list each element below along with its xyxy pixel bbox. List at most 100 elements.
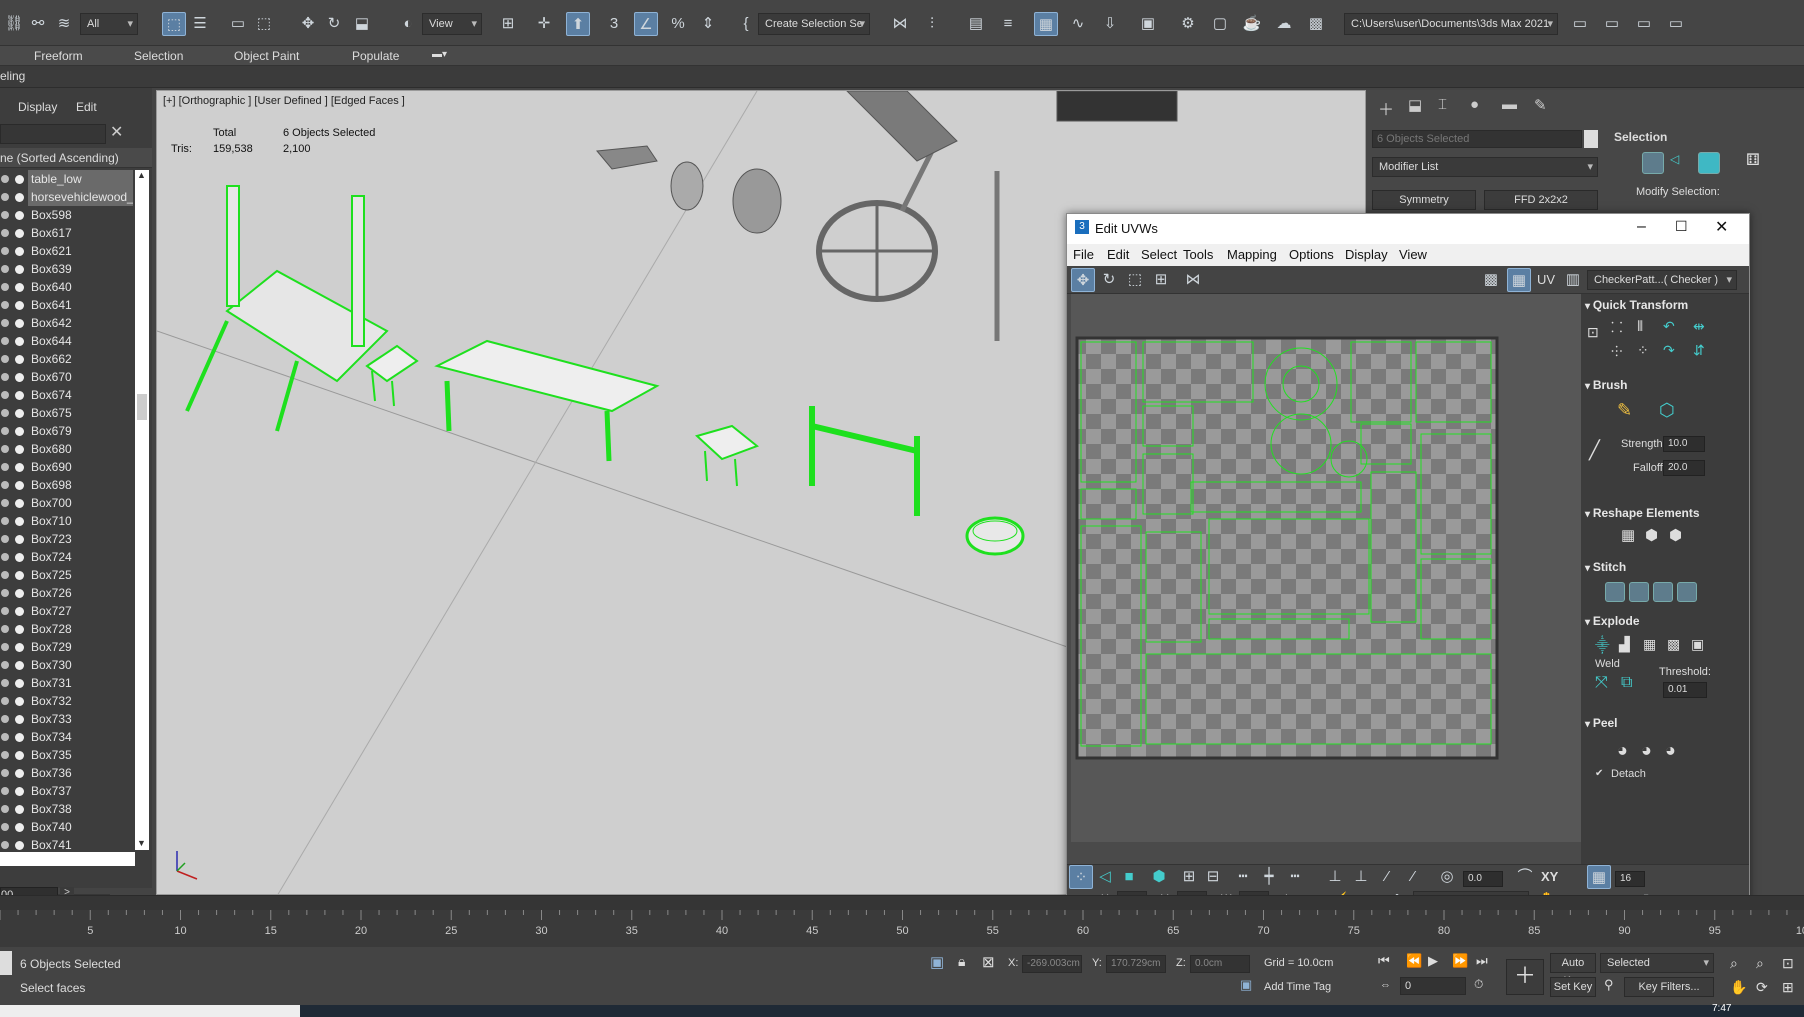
explorer-column-header[interactable]: ne (Sorted Ascending): [0, 148, 152, 168]
list-item[interactable]: Box730: [0, 656, 135, 674]
list-item[interactable]: Box732: [0, 692, 135, 710]
list-item[interactable]: Box680: [0, 440, 135, 458]
timeline-track[interactable]: 5 10 15 20 25 30 35 40 45 50 55 60 65 70 75 80 85 90 95 100: [0, 895, 1804, 947]
visibility-eye-icon[interactable]: [1, 751, 9, 759]
align-grid-icon[interactable]: ⁘: [1637, 342, 1649, 359]
list-item[interactable]: Box731: [0, 674, 135, 692]
visibility-eye-icon[interactable]: [1, 769, 9, 777]
tab-selection[interactable]: Selection: [134, 49, 183, 63]
bind-spacewarp-icon[interactable]: ≋: [52, 12, 76, 36]
uv-scale-icon[interactable]: ⬚: [1123, 268, 1147, 292]
render-cloud-icon[interactable]: ☁: [1272, 12, 1296, 36]
space-vertical-icon[interactable]: ⇵: [1693, 342, 1705, 359]
align-horizontal-icon[interactable]: ⸬: [1611, 318, 1623, 337]
pivot-center-icon[interactable]: ⊞: [496, 12, 520, 36]
symmetry-button[interactable]: Symmetry: [1372, 190, 1476, 210]
list-item[interactable]: Box639: [0, 260, 135, 278]
list-item[interactable]: Box670: [0, 368, 135, 386]
list-item[interactable]: Box735: [0, 746, 135, 764]
tab-populate[interactable]: Populate: [352, 49, 399, 63]
visibility-eye-icon[interactable]: [1, 445, 9, 453]
selection-lock-icon[interactable]: 🔒︎: [958, 953, 965, 970]
stitch-title[interactable]: Stitch: [1585, 560, 1745, 574]
menu-edit[interactable]: Edit: [1107, 247, 1129, 262]
auto-key-button[interactable]: Auto Key: [1550, 953, 1596, 987]
time-config-icon[interactable]: ⏱: [1474, 977, 1483, 992]
visibility-eye-icon[interactable]: [1, 373, 9, 381]
rotate-ccw-icon[interactable]: ↶: [1663, 318, 1675, 335]
edge-mode-icon[interactable]: ◁: [1670, 152, 1692, 174]
strength-spinner[interactable]: 10.0: [1663, 436, 1705, 452]
list-item[interactable]: Box617: [0, 224, 135, 242]
point-to-point-icon[interactable]: ┅: [1283, 865, 1307, 889]
snap-grid-icon[interactable]: ▦: [1587, 865, 1611, 889]
visibility-eye-icon[interactable]: [1, 643, 9, 651]
list-item[interactable]: Box724: [0, 548, 135, 566]
list-item[interactable]: Box725: [0, 566, 135, 584]
rendered-frame-icon[interactable]: ▢: [1208, 12, 1232, 36]
visibility-eye-icon[interactable]: [1, 427, 9, 435]
arrange-icon[interactable]: ⬢: [1669, 526, 1682, 544]
visibility-eye-icon[interactable]: [1, 391, 9, 399]
minimize-icon[interactable]: –: [1637, 218, 1646, 236]
stitch-target-icon[interactable]: [1653, 582, 1673, 602]
ffd-button[interactable]: FFD 2x2x2: [1484, 190, 1598, 210]
reset-peel-icon[interactable]: ◕: [1665, 740, 1676, 761]
align-icon[interactable]: ⫶: [920, 12, 944, 36]
relax-icon[interactable]: ⬢: [1645, 526, 1658, 544]
list-item[interactable]: Box679: [0, 422, 135, 440]
layer-explorer-icon[interactable]: ≡: [996, 12, 1020, 36]
relax-brush-icon[interactable]: ⬡: [1659, 400, 1675, 421]
clear-search-icon[interactable]: ✕: [110, 122, 123, 142]
explorer-hscrollbar[interactable]: [0, 852, 135, 866]
pin-icon[interactable]: ⊥: [1349, 865, 1373, 889]
threshold-spinner[interactable]: 0.01: [1663, 682, 1707, 698]
set-key-big-button[interactable]: ＋: [1506, 959, 1544, 995]
previous-frame-icon[interactable]: ⏪: [1406, 953, 1422, 969]
grow-select-icon[interactable]: ⊞: [1177, 865, 1201, 889]
list-item[interactable]: Box738: [0, 800, 135, 818]
flatten-icon[interactable]: ▣: [1691, 636, 1704, 653]
select-object-icon[interactable]: ⬚: [162, 12, 186, 36]
loop-select-icon[interactable]: ┅: [1231, 865, 1255, 889]
paint-select-icon[interactable]: ⁄: [1375, 865, 1399, 889]
maxscript-listener[interactable]: [0, 951, 12, 975]
scene-explorer-icon[interactable]: ▤: [964, 12, 988, 36]
render-gallery-icon[interactable]: ▩: [1304, 12, 1328, 36]
visibility-eye-icon[interactable]: [1, 535, 9, 543]
snaps-toggle-icon[interactable]: 3: [602, 12, 626, 36]
menu-display[interactable]: Display: [1345, 247, 1388, 262]
detach-checkbox[interactable]: ✔: [1595, 768, 1603, 779]
y-field[interactable]: 170.729cm: [1106, 955, 1166, 973]
tab-object-paint[interactable]: Object Paint: [234, 49, 299, 63]
set-key-button[interactable]: Set Key: [1550, 977, 1596, 997]
uv-rotate-icon[interactable]: ↻: [1097, 268, 1121, 292]
link-icon[interactable]: ⛓: [2, 12, 26, 36]
scrollbar-thumb[interactable]: [137, 394, 147, 420]
visibility-eye-icon[interactable]: [1, 355, 9, 363]
spinner-snap-icon[interactable]: ⇕: [696, 12, 720, 36]
select-by-name-icon[interactable]: ☰: [188, 12, 212, 36]
list-item[interactable]: Box641: [0, 296, 135, 314]
list-item[interactable]: Box675: [0, 404, 135, 422]
reference-coordinate-dropdown[interactable]: View: [422, 13, 482, 35]
unlink-icon[interactable]: ⚯: [26, 12, 50, 36]
visibility-eye-icon[interactable]: [1, 193, 9, 201]
list-item[interactable]: Box741: [0, 836, 135, 850]
list-item[interactable]: Box700: [0, 494, 135, 512]
flatten-by-material-icon[interactable]: ▩: [1667, 636, 1680, 653]
x-field[interactable]: -269.003cm: [1022, 955, 1082, 973]
edit-named-selection-icon[interactable]: {: [734, 12, 758, 36]
curve-editor-icon[interactable]: ∿: [1066, 12, 1090, 36]
visibility-eye-icon[interactable]: [1, 265, 9, 273]
modifier-list-dropdown[interactable]: Modifier List: [1372, 157, 1598, 177]
visibility-eye-icon[interactable]: [1, 589, 9, 597]
list-item[interactable]: Box733: [0, 710, 135, 728]
toggle-ribbon-icon[interactable]: ▦: [1034, 12, 1058, 36]
select-manipulate-icon[interactable]: ✛: [532, 12, 556, 36]
pinch-brush-icon[interactable]: ╱: [1589, 440, 1600, 461]
align-vertical-icon[interactable]: ⦀: [1637, 318, 1643, 335]
viewport-zoom-all-icon[interactable]: ⌕: [1756, 955, 1764, 972]
visibility-eye-icon[interactable]: [1, 229, 9, 237]
time-slider-bar[interactable]: [0, 896, 1804, 910]
